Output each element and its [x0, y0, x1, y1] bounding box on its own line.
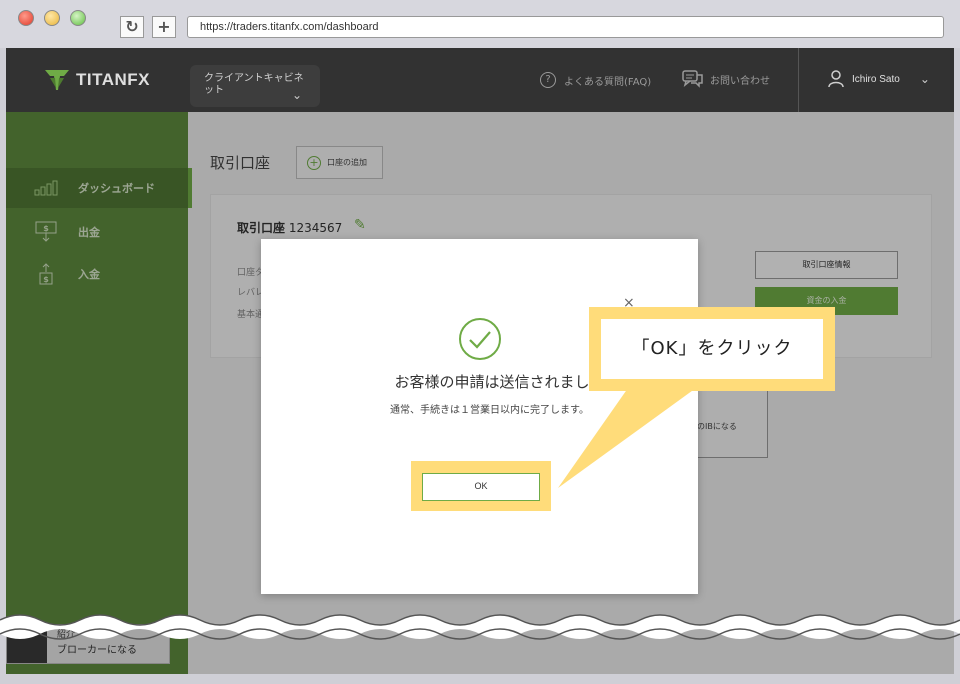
cabinet-label: クライアントキャビネット [204, 73, 304, 96]
logo-text: TITANFX [76, 70, 151, 89]
url-bar[interactable]: https://traders.titanfx.com/dashboard [187, 16, 944, 38]
top-header: TITANFX クライアントキャビネット ⌄ ? よくある質問(FAQ) お問い… [6, 48, 954, 112]
chevron-down-icon: ⌄ [292, 88, 303, 102]
logo[interactable]: TITANFX [44, 66, 150, 94]
reload-button[interactable]: ↻ [120, 16, 144, 38]
contact-label: お問い合わせ [710, 75, 770, 87]
page: TITANFX クライアントキャビネット ⌄ ? よくある質問(FAQ) お問い… [6, 48, 954, 674]
contact-link[interactable]: お問い合わせ [682, 70, 770, 88]
instruction-callout: 「OK」をクリック [589, 307, 835, 391]
user-menu[interactable]: Ichiro Sato ⌄ [828, 70, 930, 88]
window-close-button[interactable] [18, 10, 34, 26]
question-icon: ? [540, 72, 556, 88]
chat-icon [682, 70, 703, 88]
cabinet-dropdown[interactable]: クライアントキャビネット ⌄ [190, 65, 320, 107]
faq-label: よくある質問(FAQ) [564, 76, 652, 88]
window-maximize-button[interactable] [70, 10, 86, 26]
check-circle-icon [459, 318, 501, 360]
user-name: Ichiro Sato [852, 73, 900, 85]
titanfx-logo-icon [45, 70, 69, 90]
header-divider [798, 48, 799, 112]
browser-bottom-edge [0, 674, 960, 684]
modal-subtitle: 通常、手続きは１営業日以内に完了します。 [390, 405, 589, 416]
page-break-wave [0, 614, 960, 640]
ok-button[interactable]: OK [422, 473, 540, 501]
browser-chrome: ↻ + https://traders.titanfx.com/dashboar… [0, 0, 960, 48]
new-tab-button[interactable]: + [152, 16, 176, 38]
callout-text: 「OK」をクリック [601, 319, 823, 379]
success-modal: × お客様の申請は送信されました 通常、手続きは１営業日以内に完了します。 OK [261, 239, 698, 594]
window-minimize-button[interactable] [44, 10, 60, 26]
chevron-down-icon: ⌄ [919, 72, 930, 86]
user-icon [828, 70, 844, 88]
faq-link[interactable]: ? よくある質問(FAQ) [540, 72, 651, 88]
